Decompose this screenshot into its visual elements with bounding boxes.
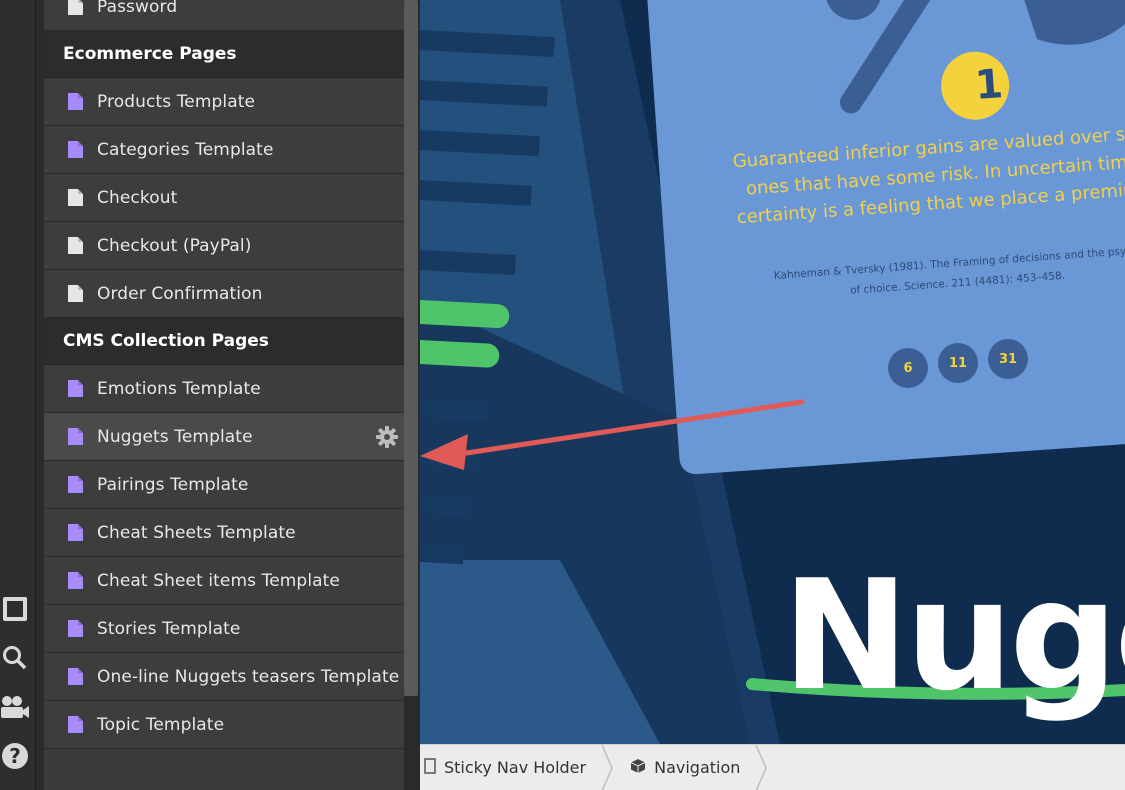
template-page-icon (67, 523, 84, 542)
page-row[interactable]: Order Confirmation (44, 270, 404, 318)
template-page-icon (67, 379, 84, 398)
page-row[interactable]: Checkout (PayPal) (44, 222, 404, 270)
page-row-label: Order Confirmation (97, 283, 263, 304)
pages-panel: Password Ecommerce Pages Products Template… (44, 0, 404, 790)
static-page-icon (67, 236, 84, 255)
template-page-icon (67, 619, 84, 638)
ref-number[interactable]: 11 (938, 343, 978, 383)
page-row-label: Checkout (97, 187, 178, 208)
template-page-icon (67, 571, 84, 590)
page-row-label: Stories Template (97, 618, 241, 639)
breadcrumb-item[interactable]: Navigation (614, 745, 754, 790)
chevron-right-icon (755, 744, 768, 790)
hero-heading: Nugg (782, 547, 1125, 724)
scrollbar-thumb[interactable] (404, 0, 418, 696)
square-icon[interactable] (0, 594, 30, 624)
help-icon[interactable]: ? (0, 741, 30, 771)
template-page-icon (67, 140, 84, 159)
breadcrumb-item[interactable]: Sticky Nav Holder (420, 745, 600, 790)
static-page-icon (67, 188, 84, 207)
page-row[interactable]: Checkout (44, 174, 404, 222)
design-canvas[interactable]: 1 Guaranteed inferior gains are valued o… (420, 0, 1125, 744)
users-icon[interactable] (0, 692, 30, 722)
page-row[interactable]: One-line Nuggets teasers Template (44, 653, 404, 701)
page-row-label: Pairings Template (97, 474, 249, 495)
template-page-icon (67, 667, 84, 686)
badge-number: 1 (973, 61, 1005, 109)
search-icon[interactable] (0, 643, 30, 673)
page-row[interactable]: Nuggets Template (44, 413, 404, 461)
page-row[interactable]: Password (44, 0, 404, 31)
page-row[interactable]: Cheat Sheet items Template (44, 557, 404, 605)
page-row-label: Cheat Sheets Template (97, 522, 296, 543)
static-page-icon (67, 284, 84, 303)
gear-icon[interactable] (375, 425, 399, 449)
component-icon (630, 758, 646, 778)
page-row[interactable]: Emotions Template (44, 365, 404, 413)
page-row[interactable]: Stories Template (44, 605, 404, 653)
ref-number[interactable]: 6 (888, 348, 928, 388)
page-row-label: Nuggets Template (97, 426, 253, 447)
icon-rail: ? (0, 0, 36, 790)
page-row[interactable]: Products Template (44, 78, 404, 126)
page-row-label: Checkout (PayPal) (97, 235, 252, 256)
section-header: Ecommerce Pages (44, 31, 404, 78)
pages-list: Password Ecommerce Pages Products Template… (44, 0, 404, 749)
section-header-label: CMS Collection Pages (63, 331, 269, 351)
template-page-icon (67, 427, 84, 446)
chevron-right-icon (601, 744, 613, 790)
breadcrumb-label: Navigation (654, 758, 741, 777)
ref-number[interactable]: 31 (988, 339, 1028, 379)
breadcrumb-bar: Sticky Nav Holder Navigation (420, 744, 1125, 790)
breadcrumb-label: Sticky Nav Holder (444, 758, 587, 777)
static-page-icon (67, 0, 84, 16)
quote-card (645, 0, 1125, 475)
svg-text:?: ? (9, 744, 21, 768)
template-page-icon (67, 475, 84, 494)
div-block-icon (424, 757, 436, 778)
page-row[interactable]: Topic Template (44, 701, 404, 749)
page-row[interactable]: Cheat Sheets Template (44, 509, 404, 557)
page-row-label: Products Template (97, 91, 256, 112)
page-row-label: One-line Nuggets teasers Template (97, 666, 400, 687)
page-row-label: Categories Template (97, 139, 274, 160)
page-row[interactable]: Categories Template (44, 126, 404, 174)
section-header-label: Ecommerce Pages (63, 44, 237, 64)
page-row-label: Password (97, 0, 178, 17)
page-row-label: Emotions Template (97, 378, 261, 399)
template-page-icon (67, 715, 84, 734)
page-row-label: Topic Template (97, 714, 225, 735)
template-page-icon (67, 92, 84, 111)
page-row-label: Cheat Sheet items Template (97, 570, 340, 591)
section-header: CMS Collection Pages (44, 318, 404, 365)
page-row[interactable]: Pairings Template (44, 461, 404, 509)
